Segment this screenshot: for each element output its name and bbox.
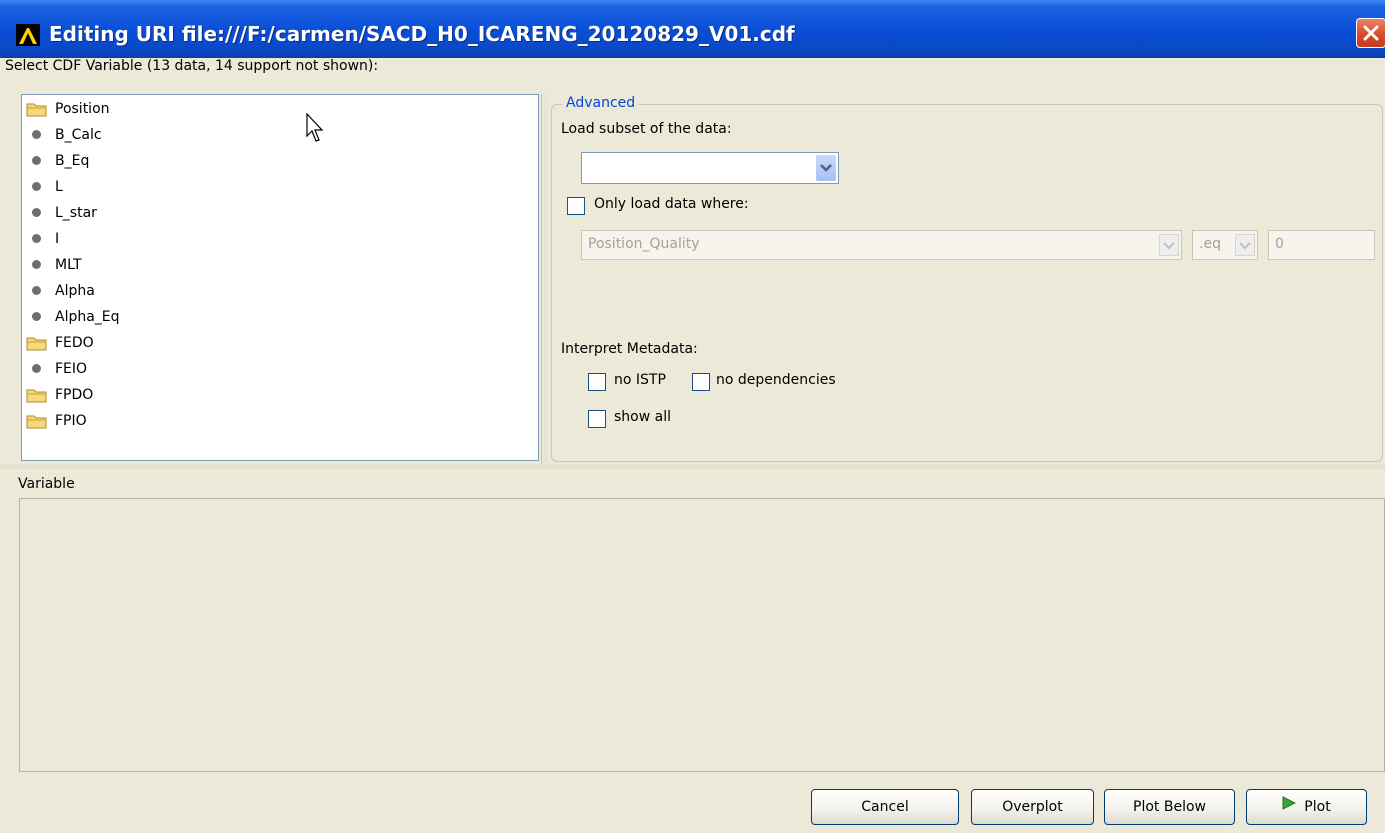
leaf-dot-icon (32, 364, 41, 373)
tree-item-label: Alpha_Eq (55, 309, 120, 325)
cancel-button[interactable]: Cancel (811, 789, 959, 825)
tree-item-label: I (55, 231, 60, 247)
tree-item-label: FPDO (55, 387, 94, 403)
tree-item-label: L (55, 179, 63, 195)
close-button[interactable] (1356, 18, 1385, 48)
leaf-dot-icon (32, 156, 41, 165)
chevron-down-icon[interactable] (816, 155, 836, 181)
leaf-dot-icon (32, 130, 41, 139)
where-value-field[interactable]: 0 (1268, 230, 1375, 260)
folder-icon (26, 413, 48, 429)
tree-item-label: Position (55, 101, 110, 117)
plot-button[interactable]: Plot (1246, 789, 1367, 825)
load-subset-label: Load subset of the data: (561, 121, 732, 137)
chevron-down-icon (1235, 234, 1255, 256)
cancel-label: Cancel (861, 799, 909, 815)
leaf-dot-icon (32, 286, 41, 295)
only-load-checkbox[interactable] (567, 197, 585, 215)
window-title: Editing URI file:///F:/carmen/SACD_H0_IC… (49, 22, 795, 46)
horizontal-split-divider[interactable] (0, 464, 1385, 469)
chevron-down-icon (1159, 234, 1179, 256)
variable-info-area (19, 498, 1385, 772)
plot-label: Plot (1304, 799, 1331, 815)
tree-item-label: FEIO (55, 361, 88, 377)
variable-label: Variable (18, 476, 75, 492)
no-dependencies-checkbox[interactable] (692, 373, 710, 391)
tree-item-label: FEDO (55, 335, 94, 351)
mouse-cursor-icon (306, 112, 326, 147)
leaf-dot-icon (32, 260, 41, 269)
only-load-label: Only load data where: (594, 196, 749, 212)
advanced-legend: Advanced (562, 95, 640, 111)
tree-item-label: B_Calc (55, 127, 102, 143)
show-all-label: show all (614, 409, 671, 425)
tree-item-label: Alpha (55, 283, 95, 299)
no-dependencies-label: no dependencies (716, 372, 836, 388)
leaf-dot-icon (32, 208, 41, 217)
folder-icon (26, 101, 48, 117)
no-istp-label: no ISTP (614, 372, 666, 388)
plot-below-label: Plot Below (1133, 799, 1206, 815)
folder-icon (26, 335, 48, 351)
tree-item-label: L_star (55, 205, 97, 221)
leaf-dot-icon (32, 182, 41, 191)
leaf-dot-icon (32, 234, 41, 243)
tree-item-label: FPIO (55, 413, 87, 429)
select-variable-label: Select CDF Variable (13 data, 14 support… (5, 58, 379, 74)
no-istp-checkbox[interactable] (588, 373, 606, 391)
window-titlebar[interactable]: Editing URI file:///F:/carmen/SACD_H0_IC… (0, 0, 1385, 58)
where-variable-combo[interactable]: Position_Quality (581, 230, 1182, 260)
folder-icon (26, 387, 48, 403)
vertical-split-divider[interactable] (541, 94, 548, 464)
subset-combo[interactable] (581, 152, 839, 184)
where-variable-value: Position_Quality (588, 236, 700, 252)
autoplot-icon (16, 24, 40, 46)
tree-item-label: MLT (55, 257, 82, 273)
play-icon (1282, 789, 1297, 823)
overplot-button[interactable]: Overplot (971, 789, 1094, 825)
where-operator-value: .eq (1199, 236, 1221, 252)
show-all-checkbox[interactable] (588, 410, 606, 428)
plot-below-button[interactable]: Plot Below (1104, 789, 1235, 825)
interpret-metadata-label: Interpret Metadata: (561, 341, 698, 357)
leaf-dot-icon (32, 312, 41, 321)
where-operator-combo[interactable]: .eq (1192, 230, 1258, 260)
variable-tree[interactable]: Position B_Calc B_Eq L L_star I MLT Alph… (21, 94, 539, 461)
overplot-label: Overplot (1002, 799, 1063, 815)
where-value-text: 0 (1275, 236, 1284, 252)
tree-item-label: B_Eq (55, 153, 90, 169)
